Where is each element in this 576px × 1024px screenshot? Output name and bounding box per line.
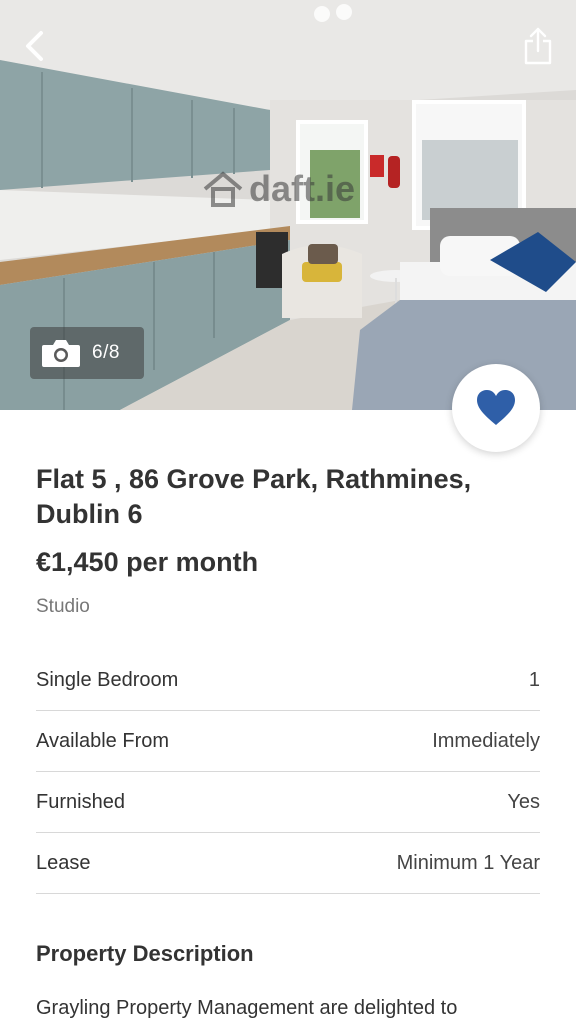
- watermark: daft.ie: [203, 168, 355, 210]
- chevron-left-icon: [26, 31, 43, 61]
- photo-counter[interactable]: 6/8: [30, 327, 144, 379]
- back-button[interactable]: [14, 26, 54, 66]
- share-button[interactable]: [518, 24, 558, 68]
- heart-icon: [477, 390, 515, 425]
- description-heading: Property Description: [36, 941, 254, 966]
- details-list: Single Bedroom 1 Available From Immediat…: [36, 650, 540, 894]
- detail-value: Immediately: [432, 729, 540, 752]
- listing-summary: Flat 5 , 86 Grove Park, Rathmines, Dubli…: [36, 462, 540, 619]
- detail-row-single-bedroom: Single Bedroom 1: [36, 650, 540, 711]
- favourite-button[interactable]: [452, 364, 540, 452]
- detail-value: Minimum 1 Year: [396, 851, 540, 874]
- watermark-text: daft.ie: [249, 168, 356, 209]
- listing-photo[interactable]: daft.ie 6/8: [0, 0, 576, 410]
- detail-label: Lease: [36, 851, 91, 874]
- listing-price: €1,450 per month: [36, 547, 259, 577]
- share-icon: [524, 27, 552, 65]
- property-type: Studio: [36, 596, 90, 617]
- detail-value: 1: [528, 668, 540, 691]
- detail-row-available-from: Available From Immediately: [36, 711, 540, 772]
- detail-row-furnished: Furnished Yes: [36, 772, 540, 833]
- detail-row-lease: Lease Minimum 1 Year: [36, 833, 540, 894]
- camera-icon: [42, 340, 80, 367]
- detail-label: Single Bedroom: [36, 668, 179, 691]
- listing-address: Flat 5 , 86 Grove Park, Rathmines, Dubli…: [36, 464, 472, 529]
- detail-label: Available From: [36, 729, 170, 752]
- house-logo-icon: [203, 171, 243, 207]
- detail-label: Furnished: [36, 790, 125, 813]
- photo-counter-text: 6/8: [92, 342, 120, 363]
- description-text: Grayling Property Management are delight…: [36, 997, 458, 1019]
- detail-value: Yes: [507, 790, 540, 813]
